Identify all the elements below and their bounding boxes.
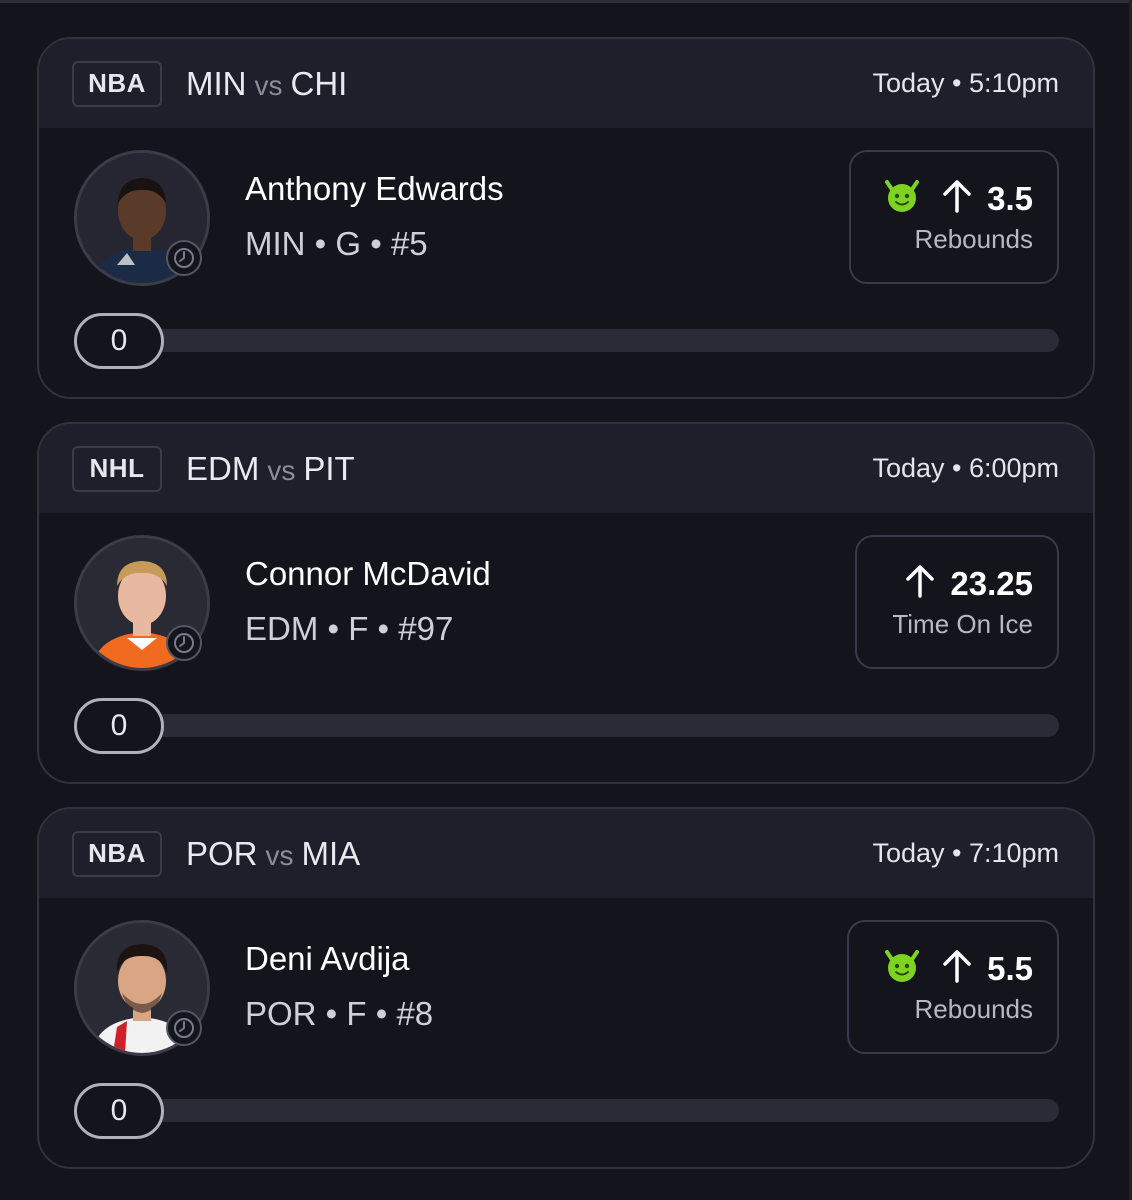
- arrow-up-icon: [904, 564, 936, 603]
- player-meta: POR • F • #8: [245, 995, 434, 1032]
- line-stat: Time On Ice: [892, 609, 1033, 639]
- line-stat: Rebounds: [914, 224, 1033, 254]
- player-name: Deni Avdija: [245, 940, 410, 977]
- vs-label: vs: [265, 839, 294, 871]
- league-badge: NHL: [72, 445, 162, 492]
- matchup: MIN vs CHI: [186, 65, 347, 103]
- line-top: 23.25: [904, 564, 1033, 603]
- line-value: 23.25: [950, 564, 1033, 602]
- card-body: Anthony Edwards MIN • G • #5 3.5 Rebound…: [39, 128, 1093, 397]
- matchup: EDM vs PIT: [186, 450, 355, 488]
- line-top: 3.5: [883, 179, 1033, 218]
- projection-line-button[interactable]: 23.25 Time On Ice: [855, 535, 1059, 669]
- projection-card[interactable]: NBA MIN vs CHI Today • 5:10pm Anthony Ed…: [37, 37, 1095, 399]
- arrow-up-icon: [941, 949, 973, 988]
- clock-icon: [166, 240, 202, 276]
- line-value: 3.5: [987, 179, 1033, 217]
- clock-icon: [166, 1010, 202, 1046]
- home-team: POR: [186, 834, 258, 872]
- matchup: POR vs MIA: [186, 835, 360, 873]
- card-body: Connor McDavid EDM • F • #97 23.25 Time …: [39, 513, 1093, 782]
- league-badge: NBA: [72, 830, 162, 877]
- player-name: Anthony Edwards: [245, 170, 504, 207]
- projections-list: NBA MIN vs CHI Today • 5:10pm Anthony Ed…: [0, 0, 1132, 1200]
- projection-card[interactable]: NHL EDM vs PIT Today • 6:00pm Connor McD…: [37, 422, 1095, 784]
- progress-track: [99, 1099, 1059, 1122]
- vs-label: vs: [254, 69, 283, 101]
- vs-label: vs: [267, 454, 296, 486]
- progress-value: 0: [74, 1083, 164, 1139]
- top-divider: [0, 0, 1132, 3]
- line-top: 5.5: [883, 949, 1033, 988]
- arrow-up-icon: [941, 179, 973, 218]
- player-meta: EDM • F • #97: [245, 610, 454, 647]
- card-header: NBA POR vs MIA Today • 7:10pm: [39, 809, 1093, 898]
- card-header: NHL EDM vs PIT Today • 6:00pm: [39, 424, 1093, 513]
- game-time: Today • 6:00pm: [872, 453, 1059, 483]
- player-meta: MIN • G • #5: [245, 225, 428, 262]
- demon-icon: [883, 179, 921, 218]
- away-team: CHI: [290, 64, 348, 102]
- game-time: Today • 5:10pm: [872, 68, 1059, 98]
- line-value: 5.5: [987, 949, 1033, 987]
- home-team: MIN: [186, 64, 247, 102]
- player-name: Connor McDavid: [245, 555, 491, 592]
- away-team: PIT: [303, 449, 355, 487]
- game-time: Today • 7:10pm: [872, 838, 1059, 868]
- card-body: Deni Avdija POR • F • #8 5.5 Rebounds 0: [39, 898, 1093, 1167]
- projection-card[interactable]: NBA POR vs MIA Today • 7:10pm Deni Avdij…: [37, 807, 1095, 1169]
- card-header: NBA MIN vs CHI Today • 5:10pm: [39, 39, 1093, 128]
- progress-track: [99, 329, 1059, 352]
- away-team: MIA: [301, 834, 361, 872]
- progress-value: 0: [74, 313, 164, 369]
- clock-icon: [166, 625, 202, 661]
- line-stat: Rebounds: [914, 994, 1033, 1024]
- demon-icon: [883, 949, 921, 988]
- projection-line-button[interactable]: 5.5 Rebounds: [847, 920, 1059, 1054]
- progress-value: 0: [74, 698, 164, 754]
- league-badge: NBA: [72, 60, 162, 107]
- progress-track: [99, 714, 1059, 737]
- home-team: EDM: [186, 449, 260, 487]
- projection-line-button[interactable]: 3.5 Rebounds: [849, 150, 1059, 284]
